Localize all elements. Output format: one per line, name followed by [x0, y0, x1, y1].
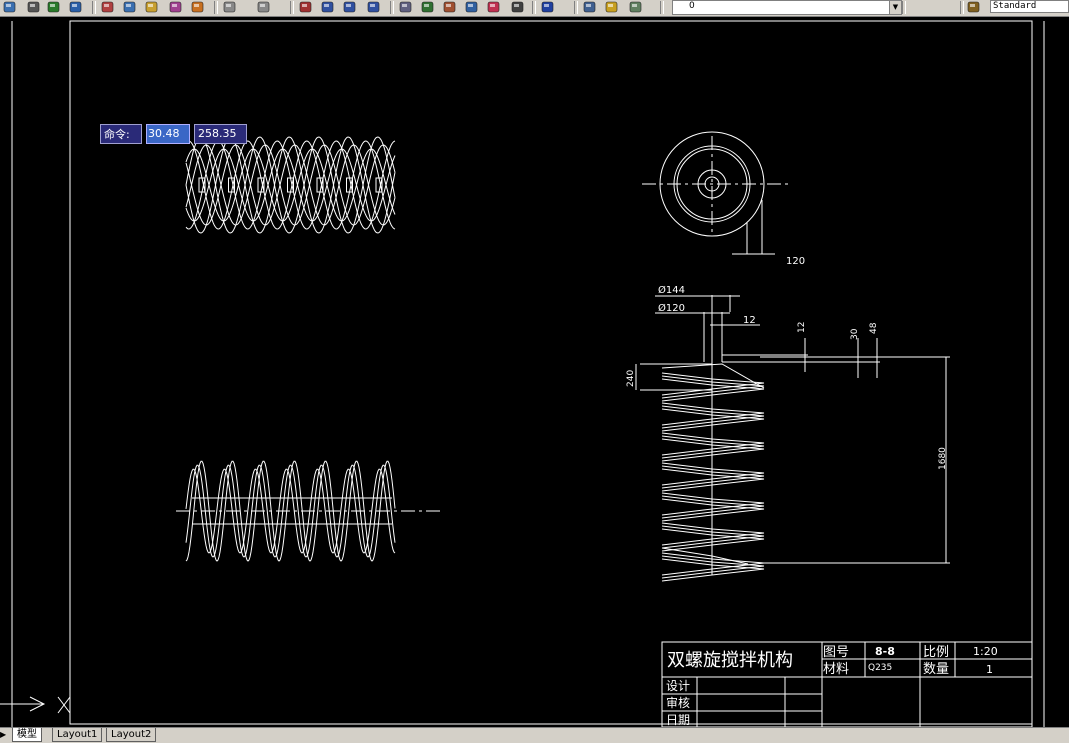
layer-dropdown[interactable]: 0 ▼: [672, 0, 902, 15]
toolbar-separator: [660, 1, 664, 14]
design-center-icon[interactable]: [420, 0, 436, 15]
dim-240: 240: [626, 370, 636, 387]
dim-1680: 1680: [938, 447, 948, 470]
tab-model[interactable]: 模型: [12, 728, 42, 742]
dim-30: 30: [850, 328, 860, 340]
dynamic-input-x[interactable]: 30.48: [146, 124, 190, 144]
quickcalc-icon[interactable]: [510, 0, 526, 15]
dim-120-top: 120: [786, 256, 805, 267]
toolbar-separator: [960, 1, 964, 14]
dynamic-input-prompt: 命令:: [100, 124, 142, 144]
dim-dia144: Ø144: [658, 284, 685, 296]
end-view: [642, 131, 792, 255]
title-block-title: 双螺旋搅拌机构: [667, 650, 793, 671]
drawing-no-value: 8-8: [875, 645, 895, 658]
dim-dia120: Ø120: [658, 302, 685, 314]
toolbar-separator: [214, 1, 218, 14]
drawing-no-label: 图号: [823, 645, 849, 660]
pan-icon[interactable]: [298, 0, 314, 15]
quantity-label: 数量: [923, 662, 949, 677]
properties-icon[interactable]: [398, 0, 414, 15]
layout-tab-bar: ▶ 模型 Layout1 Layout2: [0, 727, 1069, 743]
paste-icon[interactable]: [144, 0, 160, 15]
layer-value: 0: [689, 1, 695, 11]
tool-palettes-icon[interactable]: [442, 0, 458, 15]
text-style-icon[interactable]: [966, 0, 982, 15]
cut-icon[interactable]: [100, 0, 116, 15]
date-label: 日期: [666, 713, 690, 727]
review-label: 审核: [666, 695, 690, 710]
match-properties-icon[interactable]: [168, 0, 184, 15]
layer-previous-icon[interactable]: [628, 0, 644, 15]
quantity-value: 1: [986, 663, 993, 676]
side-view-dims: [635, 295, 950, 575]
plot-preview-icon[interactable]: [46, 0, 62, 15]
publish-icon[interactable]: [68, 0, 84, 15]
toolbar-separator: [390, 1, 394, 14]
dynamic-input-y[interactable]: 258.35: [194, 124, 247, 144]
scale-label: 比例: [923, 645, 949, 660]
redo-icon[interactable]: [256, 0, 272, 15]
design-label: 设计: [666, 679, 690, 693]
copy-icon[interactable]: [122, 0, 138, 15]
ucs-icon: [0, 696, 71, 714]
sheet-set-icon[interactable]: [464, 0, 480, 15]
spiral-side-view: [661, 363, 765, 582]
toolbar-separator: [532, 1, 536, 14]
material-value: Q235: [868, 663, 892, 673]
tab-layout1[interactable]: Layout1: [52, 728, 103, 742]
tab-scroll-left-icon[interactable]: ▶: [0, 728, 6, 741]
markup-icon[interactable]: [486, 0, 502, 15]
scale-value: 1:20: [973, 645, 998, 658]
undo-icon[interactable]: [222, 0, 238, 15]
material-label: 材料: [823, 662, 849, 677]
chevron-down-icon[interactable]: ▼: [889, 1, 901, 14]
save-icon[interactable]: [2, 0, 18, 15]
block-editor-icon[interactable]: [190, 0, 206, 15]
text-style-dropdown[interactable]: Standard: [990, 0, 1069, 13]
help-icon[interactable]: [540, 0, 556, 15]
layer-manager-icon[interactable]: [582, 0, 598, 15]
layer-state-icon[interactable]: [604, 0, 620, 15]
toolbar-separator: [290, 1, 294, 14]
standard-toolbar: 0 ▼ Standard: [0, 0, 1069, 17]
zoom-realtime-icon[interactable]: [320, 0, 336, 15]
toolbar-separator: [902, 1, 906, 14]
dim-12-vert: 12: [797, 322, 807, 333]
dim-48: 48: [869, 322, 879, 334]
zoom-window-icon[interactable]: [342, 0, 358, 15]
zoom-previous-icon[interactable]: [366, 0, 382, 15]
tab-layout2[interactable]: Layout2: [106, 728, 157, 742]
spring-top-view: [185, 136, 396, 234]
toolbar-separator: [574, 1, 578, 14]
toolbar-separator: [92, 1, 96, 14]
print-icon[interactable]: [26, 0, 42, 15]
dim-12-side: 12: [743, 315, 756, 326]
